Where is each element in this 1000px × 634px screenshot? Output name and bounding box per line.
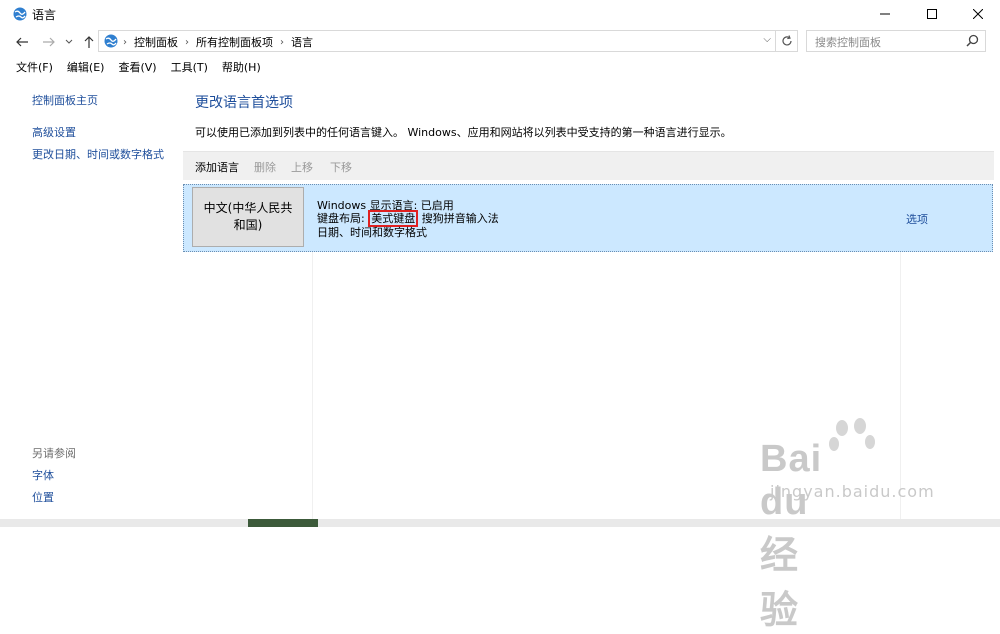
window-title: 语言 (32, 8, 57, 22)
title-bar: 语言 (0, 0, 1000, 28)
maximize-icon (927, 9, 937, 19)
minimize-icon (880, 13, 890, 15)
sidebar-advanced-settings[interactable]: 高级设置 (32, 124, 76, 140)
keyboard-layout-line: 键盘布局: 美式键盘 搜狗拼音输入法 (317, 210, 499, 227)
add-language-button[interactable]: 添加语言 (195, 159, 239, 175)
sidebar-fonts[interactable]: 字体 (32, 467, 54, 483)
see-also-label: 另请参阅 (32, 447, 76, 460)
remove-button[interactable]: 删除 (254, 159, 276, 175)
move-down-button[interactable]: 下移 (330, 159, 352, 175)
sidebar-location[interactable]: 位置 (32, 489, 54, 505)
watermark-logo-text: Bai du 经验 (760, 438, 823, 632)
breadcrumb-separator-icon[interactable]: › (280, 37, 284, 48)
close-button[interactable] (955, 0, 1000, 28)
forward-button[interactable] (40, 34, 56, 50)
date-time-format-line: 日期、时间和数字格式 (317, 226, 427, 239)
close-icon (973, 9, 983, 19)
sidebar-change-date-format[interactable]: 更改日期、时间或数字格式 (32, 146, 164, 162)
watermark-url: jingyan.baidu.com (770, 482, 935, 501)
breadcrumb-separator-icon[interactable]: › (185, 37, 189, 48)
background-strip (0, 519, 1000, 527)
control-panel-icon (104, 34, 118, 48)
search-box[interactable]: 搜索控制面板 (806, 30, 986, 52)
background-thumbnail (248, 519, 318, 527)
move-up-button[interactable]: 上移 (291, 159, 313, 175)
keyboard-layout-label: 键盘布局: (317, 212, 369, 225)
language-list-item[interactable] (183, 184, 993, 252)
breadcrumb-all-items[interactable]: 所有控制面板项 (196, 34, 273, 50)
language-options-link[interactable]: 选项 (906, 211, 928, 227)
refresh-button[interactable] (776, 30, 798, 52)
menu-view[interactable]: 查看(V) (111, 60, 163, 78)
language-toolbar: 添加语言 删除 上移 下移 (183, 151, 994, 180)
forward-arrow-icon (42, 37, 55, 47)
address-bar[interactable]: › 控制面板 › 所有控制面板项 › 语言 ⌵ (98, 30, 776, 52)
language-name-button[interactable]: 中文(中华人民共和国) (192, 187, 304, 247)
breadcrumb-control-panel[interactable]: 控制面板 (134, 34, 178, 50)
menu-help[interactable]: 帮助(H) (215, 60, 268, 78)
keyboard-layout-highlight: 美式键盘 (368, 210, 419, 227)
search-icon[interactable] (966, 34, 979, 47)
globe-icon (13, 7, 27, 21)
menu-tools[interactable]: 工具(T) (164, 60, 215, 78)
back-button[interactable] (14, 34, 30, 50)
input-method-name: 搜狗拼音输入法 (418, 212, 499, 225)
address-dropdown-icon[interactable]: ⌵ (763, 34, 771, 45)
minimize-button[interactable] (862, 0, 908, 28)
recent-locations-button[interactable] (64, 34, 74, 50)
language-name: 中文(中华人民共和国) (203, 201, 293, 232)
breadcrumb-language[interactable]: 语言 (291, 34, 313, 50)
paw-logo-icon (829, 418, 875, 451)
menu-edit[interactable]: 编辑(E) (60, 60, 112, 78)
refresh-icon (781, 35, 792, 46)
chevron-down-icon (65, 39, 73, 44)
menu-file[interactable]: 文件(F) (0, 60, 60, 78)
maximize-button[interactable] (909, 0, 955, 28)
search-input[interactable]: 搜索控制面板 (815, 34, 881, 50)
up-arrow-icon (84, 36, 94, 48)
page-description: 可以使用已添加到列表中的任何语言键入。 Windows、应用和网站将以列表中受支… (195, 126, 732, 139)
up-button[interactable] (82, 34, 96, 50)
breadcrumb: › 控制面板 › 所有控制面板项 › 语言 (123, 34, 313, 50)
back-arrow-icon (15, 37, 28, 47)
sidebar-control-panel-home[interactable]: 控制面板主页 (32, 92, 98, 108)
column-divider (312, 252, 313, 527)
menu-bar: 文件(F) 编辑(E) 查看(V) 工具(T) 帮助(H) (0, 60, 1000, 78)
page-title: 更改语言首选项 (195, 95, 293, 111)
breadcrumb-separator-icon: › (123, 36, 127, 48)
